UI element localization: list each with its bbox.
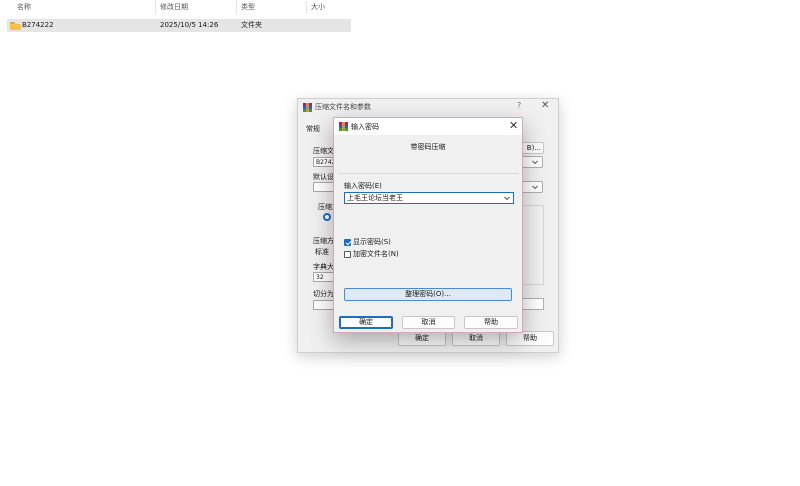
file-type: 文件夹 xyxy=(241,21,262,29)
checkbox-checked-icon[interactable] xyxy=(344,239,351,246)
file-row[interactable]: B274222 2025/10/5 14:26 文件夹 xyxy=(7,19,351,32)
column-header-size[interactable]: 大小 xyxy=(311,0,325,15)
password-combobox[interactable]: 上毛王论坛当老王 xyxy=(344,192,514,204)
help-icon[interactable]: ? xyxy=(517,101,521,110)
password-dialog: 输入密码 ✕ 带密码压缩 输入密码(E) 上毛王论坛当老王 显示密码(S) 加密… xyxy=(333,117,523,333)
file-name: B274222 xyxy=(22,21,54,29)
column-header-modified[interactable]: 修改日期 xyxy=(160,0,188,15)
show-password-label: 显示密码(S) xyxy=(353,238,391,246)
divider xyxy=(339,173,519,174)
cancel-button[interactable]: 取消 xyxy=(402,316,455,329)
dictionary-size-field[interactable]: 32 xyxy=(313,272,335,282)
dialog-titlebar[interactable]: 输入密码 ✕ xyxy=(334,118,522,135)
dialog-titlebar[interactable]: 压缩文件名和参数 ? ✕ xyxy=(298,99,558,116)
file-explorer-list: ^ 名称 修改日期 类型 大小 B274222 2025/10/5 14:26 … xyxy=(0,0,800,40)
default-profile-field[interactable] xyxy=(313,182,335,192)
winrar-app-icon xyxy=(303,103,312,112)
archive-name-input[interactable]: B2742 xyxy=(313,157,335,167)
checkbox-unchecked-icon[interactable] xyxy=(344,251,351,258)
cancel-button[interactable]: 取消 xyxy=(452,331,500,346)
column-divider[interactable] xyxy=(236,1,237,14)
sort-ascending-icon[interactable]: ^ xyxy=(80,0,86,5)
dialog-subtitle: 带密码压缩 xyxy=(410,143,446,151)
chevron-down-icon xyxy=(532,160,538,165)
password-input[interactable]: 上毛王论坛当老王 xyxy=(347,193,403,203)
help-button[interactable]: 帮助 xyxy=(464,316,518,329)
dialog-title: 输入密码 xyxy=(351,123,379,131)
split-volumes-label: 切分为 xyxy=(313,290,334,298)
password-label: 输入密码(E) xyxy=(344,182,382,190)
winrar-app-icon xyxy=(339,122,348,131)
close-icon[interactable]: ✕ xyxy=(509,119,518,132)
chevron-down-icon[interactable] xyxy=(504,196,510,201)
format-radio-selected[interactable] xyxy=(323,213,331,221)
folder-icon xyxy=(10,22,21,30)
ok-button[interactable]: 确定 xyxy=(339,316,393,329)
ok-button[interactable]: 确定 xyxy=(398,331,446,346)
column-divider[interactable] xyxy=(306,1,307,14)
column-divider[interactable] xyxy=(155,1,156,14)
split-volumes-field[interactable] xyxy=(313,300,335,310)
help-button[interactable]: 帮助 xyxy=(506,331,554,346)
archive-name-label: 压缩文 xyxy=(313,147,334,155)
column-header-name[interactable]: 名称 xyxy=(17,0,31,15)
close-icon[interactable]: ✕ xyxy=(541,100,549,111)
encrypt-filenames-label: 加密文件名(N) xyxy=(353,250,399,258)
file-modified-date: 2025/10/5 14:26 xyxy=(160,21,219,29)
chevron-down-icon xyxy=(532,185,538,190)
column-header-type[interactable]: 类型 xyxy=(241,0,255,15)
dialog-title: 压缩文件名和参数 xyxy=(315,103,371,111)
compression-method-label: 压缩方 xyxy=(313,237,334,245)
default-profile-label: 默认设 xyxy=(313,173,334,181)
compression-method-value[interactable]: 标准 xyxy=(315,247,329,257)
tab-general[interactable]: 常规 xyxy=(306,124,320,134)
organize-passwords-button[interactable]: 整理密码(O)... xyxy=(344,288,512,301)
dictionary-size-label: 字典大 xyxy=(313,263,334,271)
